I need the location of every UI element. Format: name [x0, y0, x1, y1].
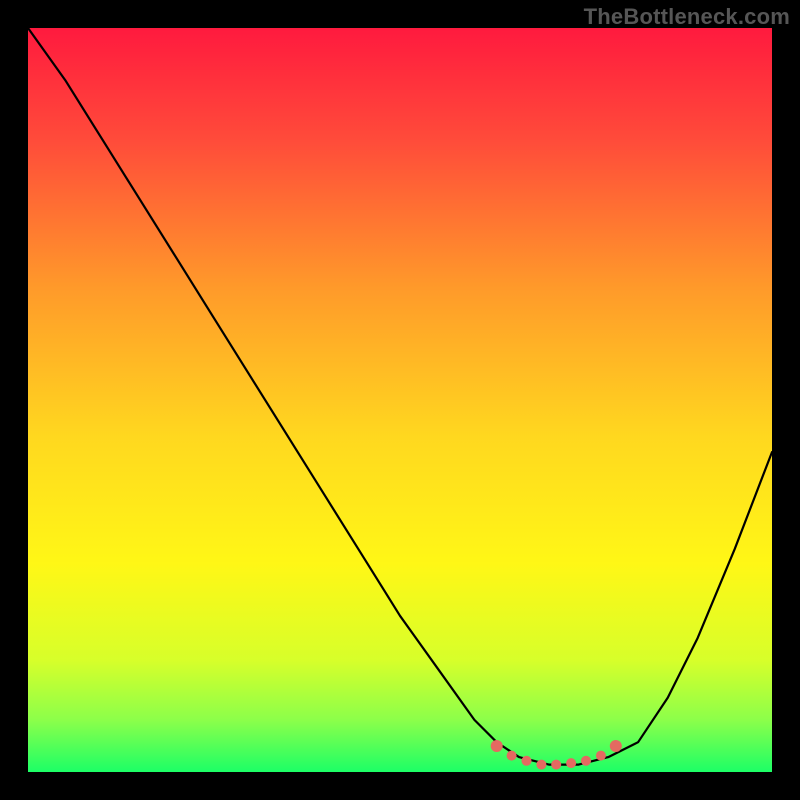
highlight-dot	[610, 740, 622, 752]
highlight-dot	[566, 758, 576, 768]
highlight-dot	[551, 760, 561, 770]
watermark-text: TheBottleneck.com	[584, 4, 790, 30]
highlight-dot	[536, 760, 546, 770]
highlight-dot	[596, 751, 606, 761]
highlight-dot	[522, 756, 532, 766]
highlight-dot	[507, 751, 517, 761]
chart-frame: TheBottleneck.com	[0, 0, 800, 800]
plot-background	[28, 28, 772, 772]
highlight-dot	[581, 756, 591, 766]
bottleneck-plot	[28, 28, 772, 772]
highlight-dot	[491, 740, 503, 752]
